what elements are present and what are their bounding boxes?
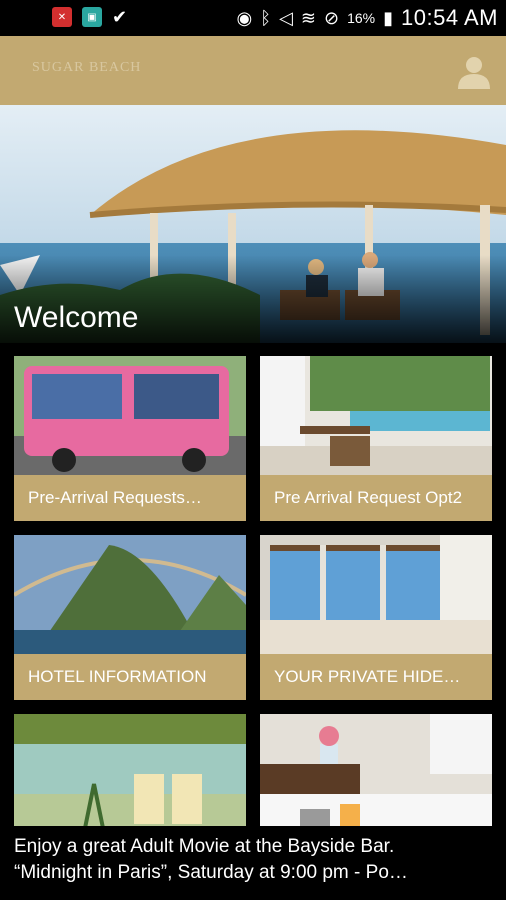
app-header: SUGAR BEACH [0, 36, 506, 105]
announcement-ticker[interactable]: Enjoy a great Adult Movie at the Bayside… [0, 826, 506, 900]
tile-label: Pre Arrival Request Opt2 [260, 475, 492, 521]
profile-icon[interactable] [456, 53, 492, 89]
tile-label: YOUR PRIVATE HIDE… [260, 654, 492, 700]
welcome-title: Welcome [14, 301, 139, 334]
tile-pre-arrival-requests[interactable]: Pre-Arrival Requests… [14, 356, 246, 521]
hotel-logo: SUGAR BEACH [32, 60, 142, 75]
ticker-line-2: “Midnight in Paris”, Saturday at 9:00 pm… [14, 862, 408, 883]
ticker-line-1: Enjoy a great Adult Movie at the Bayside… [14, 836, 395, 857]
pitons-image [14, 535, 246, 654]
tile-your-private-hideaway[interactable]: YOUR PRIVATE HIDE… [260, 535, 492, 700]
status-bar: ✕ ▣ ✔ ◉ ᛒ ◁ ≋ ⊘ 16% ▮ 10:54 AM [0, 0, 506, 36]
tile-label: Pre-Arrival Requests… [14, 475, 246, 521]
tile-pre-arrival-request-opt2[interactable]: Pre Arrival Request Opt2 [260, 356, 492, 521]
mute-icon: ◁ [279, 8, 293, 28]
clock: 10:54 AM [401, 5, 498, 30]
tuk-tuk-image [14, 356, 246, 475]
tile-label: HOTEL INFORMATION [14, 654, 246, 700]
bluetooth-icon: ᛒ [260, 8, 272, 28]
battery-percent: 16% [347, 10, 376, 26]
hero-banner: Welcome [0, 105, 506, 343]
close-notification-icon: ✕ [52, 7, 72, 27]
terrace-image [260, 356, 492, 475]
tile-hotel-information[interactable]: HOTEL INFORMATION [14, 535, 246, 700]
restaurant-image [260, 535, 492, 654]
system-status: ◉ ᛒ ◁ ≋ ⊘ 16% ▮ 10:54 AM [237, 5, 498, 31]
checkmark-icon: ✔ [112, 7, 128, 27]
eye-icon: ◉ [236, 8, 253, 28]
notification-icons: ✕ ▣ ✔ [52, 7, 127, 27]
app-notification-icon: ▣ [82, 7, 102, 27]
do-not-disturb-icon: ⊘ [324, 8, 340, 28]
battery-charging-icon: ▮ [383, 8, 394, 28]
wifi-icon: ≋ [300, 8, 317, 28]
breakfast-image [260, 714, 492, 833]
drinks-image [14, 714, 246, 833]
